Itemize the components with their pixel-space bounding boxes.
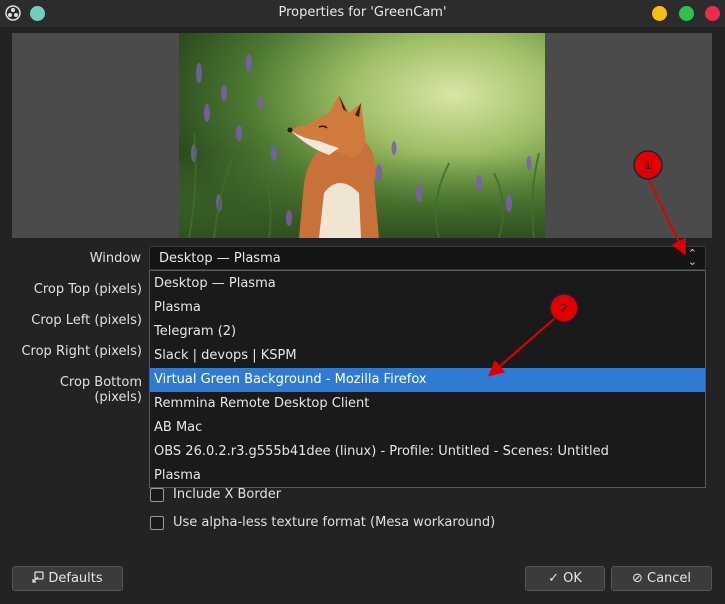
cancel-icon: ⊘ (631, 571, 643, 586)
crop-left-label: Crop Left (pixels) (31, 313, 142, 328)
dropdown-item[interactable]: AB Mac (150, 416, 705, 440)
ok-button[interactable]: ✓ OK (525, 566, 605, 591)
crop-bottom-label: Crop Bottom (pixels) (59, 375, 142, 405)
checkmark-icon: ✓ (548, 571, 559, 586)
dropdown-item[interactable]: Desktop — Plasma (150, 272, 705, 296)
dropdown-item[interactable]: Plasma (150, 464, 705, 488)
close-button[interactable] (705, 6, 720, 21)
window-dropdown-list: Desktop — Plasma Plasma Telegram (2) Sla… (149, 270, 706, 488)
include-x-border-checkbox[interactable] (150, 488, 164, 502)
dropdown-item-selected[interactable]: Virtual Green Background - Mozilla Firef… (150, 368, 705, 392)
title-bar: Properties for 'GreenCam' (0, 0, 725, 27)
fox-preview-image (179, 33, 545, 238)
dropdown-item[interactable]: Remmina Remote Desktop Client (150, 392, 705, 416)
chevron-up-down-icon: ⌃ ⌄ (687, 247, 697, 268)
cancel-button[interactable]: ⊘ Cancel (611, 566, 712, 591)
include-x-border-label: Include X Border (173, 487, 282, 502)
dropdown-item[interactable]: Plasma (150, 296, 705, 320)
alpha-less-texture-checkbox[interactable] (150, 516, 164, 530)
crop-top-label: Crop Top (pixels) (33, 282, 142, 297)
defaults-button[interactable]: Defaults (12, 566, 123, 591)
crop-right-label: Crop Right (pixels) (21, 344, 142, 359)
include-x-border-row[interactable]: Include X Border (150, 487, 350, 505)
cancel-button-label: Cancel (647, 571, 692, 586)
defaults-button-label: Defaults (48, 571, 103, 586)
alpha-less-texture-label: Use alpha-less texture format (Mesa work… (173, 515, 496, 530)
minimize-button[interactable] (652, 6, 667, 21)
window-label: Window (89, 251, 141, 266)
window-title: Properties for 'GreenCam' (278, 5, 447, 20)
restore-defaults-icon (32, 571, 45, 583)
window-select-value: Desktop — Plasma (159, 251, 281, 266)
alpha-less-texture-row[interactable]: Use alpha-less texture format (Mesa work… (150, 515, 495, 533)
window-select[interactable]: Desktop — Plasma ⌃ ⌄ (149, 246, 706, 270)
dropdown-item[interactable]: Telegram (2) (150, 320, 705, 344)
maximize-button[interactable] (679, 6, 694, 21)
ok-button-label: OK (563, 571, 582, 586)
dropdown-item[interactable]: OBS 26.0.2.r3.g555b41dee (linux) - Profi… (150, 440, 705, 464)
dropdown-item[interactable]: Slack | devops | KSPM (150, 344, 705, 368)
